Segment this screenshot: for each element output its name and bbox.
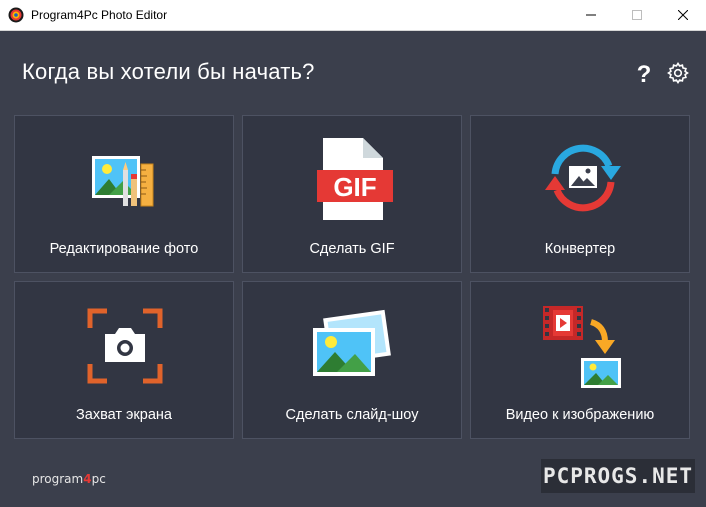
title-bar: Program4Pc Photo Editor [0,0,706,31]
slideshow-icon [313,309,391,376]
tile-video-to-image[interactable]: Видео к изображению [470,281,690,439]
window-title: Program4Pc Photo Editor [31,8,168,22]
gif-file-icon: GIF [317,138,393,220]
minimize-icon [586,14,596,16]
convert-icon [545,144,621,212]
tile-label: Сделать слайд-шоу [285,407,419,423]
tile-screen-capture[interactable]: Захват экрана [14,281,234,439]
close-button[interactable] [660,0,706,30]
tile-photo-edit[interactable]: Редактирование фото [14,115,234,273]
tile-make-gif[interactable]: GIF Сделать GIF [242,115,462,273]
tile-slideshow[interactable]: Сделать слайд-шоу [242,281,462,439]
tile-label: Сделать GIF [309,241,395,257]
page-title: Когда вы хотели бы начать? [22,59,315,84]
gif-badge-text: GIF [333,172,376,202]
footer: program4pc PCPROGS.NET [0,459,706,507]
maximize-button[interactable] [614,0,660,30]
watermark: PCPROGS.NET [541,459,695,493]
close-icon [678,10,688,20]
maximize-icon [632,10,642,20]
brand-number: 4 [83,472,92,486]
app-logo-icon [8,7,24,23]
tile-label: Захват экрана [76,407,172,423]
brand-logo: program4pc [32,472,106,486]
minimize-button[interactable] [568,0,614,30]
tile-converter[interactable]: Конвертер [470,115,690,273]
brand-prefix: program [32,472,84,486]
tile-label: Конвертер [544,241,616,257]
tile-label: Видео к изображению [505,407,655,423]
screen-capture-icon [87,308,163,384]
svg-text:?: ? [637,61,652,85]
main-panel: Когда вы хотели бы начать? ? Редактирова… [0,31,706,507]
photo-edit-icon [92,156,154,207]
video-to-image-icon [543,306,621,388]
help-icon[interactable]: ? [634,61,654,85]
brand-suffix: pc [91,472,106,486]
tile-label: Редактирование фото [49,241,199,257]
gear-icon[interactable] [666,61,690,85]
